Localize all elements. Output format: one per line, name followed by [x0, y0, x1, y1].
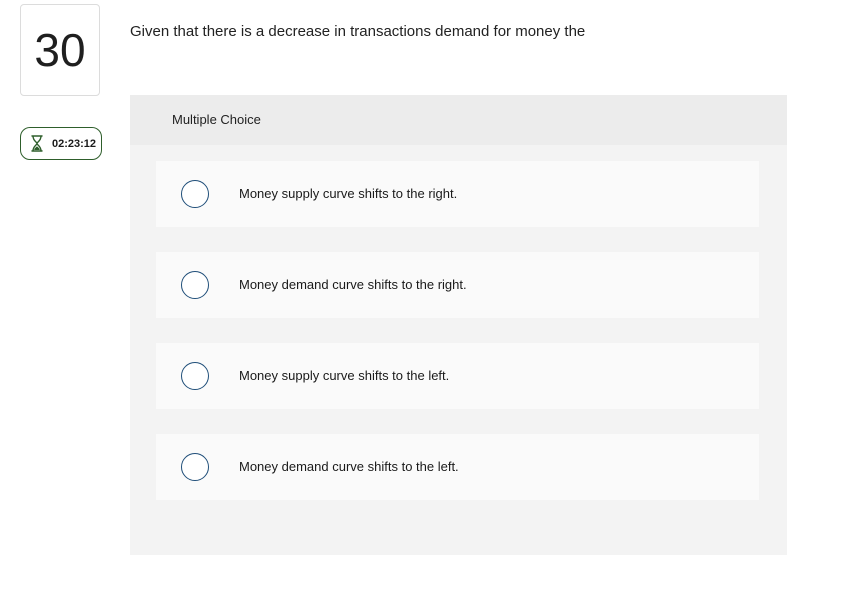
answer-option-1[interactable]: Money supply curve shifts to the right. [156, 161, 759, 227]
answer-option-4[interactable]: Money demand curve shifts to the left. [156, 434, 759, 500]
answer-option-text: Money supply curve shifts to the left. [239, 368, 450, 383]
answer-option-text: Money supply curve shifts to the right. [239, 186, 458, 201]
multiple-choice-header: Multiple Choice [130, 95, 787, 145]
radio-button[interactable] [181, 180, 209, 208]
radio-button[interactable] [181, 453, 209, 481]
answer-option-3[interactable]: Money supply curve shifts to the left. [156, 343, 759, 409]
hourglass-icon [31, 135, 43, 152]
multiple-choice-label: Multiple Choice [172, 112, 261, 127]
question-page: 30 02:23:12 Given that there is a decrea… [0, 0, 842, 613]
answer-option-text: Money demand curve shifts to the right. [239, 277, 467, 292]
timer-badge: 02:23:12 [20, 127, 102, 160]
answer-option-text: Money demand curve shifts to the left. [239, 459, 459, 474]
answer-option-2[interactable]: Money demand curve shifts to the right. [156, 252, 759, 318]
question-prompt: Given that there is a decrease in transa… [130, 23, 586, 40]
radio-button[interactable] [181, 271, 209, 299]
question-number: 30 [20, 4, 100, 96]
timer-value: 02:23:12 [52, 137, 97, 150]
multiple-choice-panel: Multiple Choice Money supply curve shift… [130, 95, 787, 555]
radio-button[interactable] [181, 362, 209, 390]
